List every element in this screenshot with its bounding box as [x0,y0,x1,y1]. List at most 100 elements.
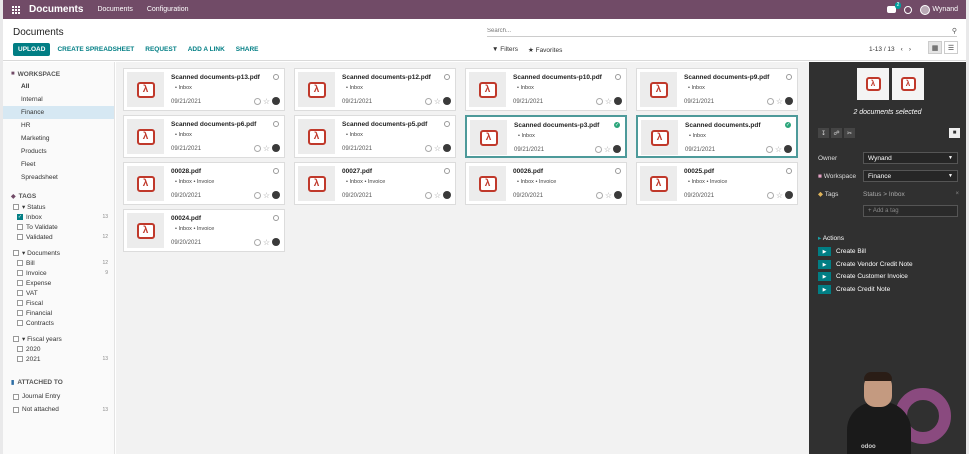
select-radio[interactable] [444,168,450,174]
checkbox[interactable] [13,336,19,342]
star-icon[interactable]: ☆ [605,97,612,105]
checkbox[interactable] [17,346,23,352]
document-card[interactable]: λ Scanned documents-p5.pdf • Inbox 09/21… [294,115,456,158]
document-card[interactable]: λ Scanned documents-p12.pdf • Inbox 09/2… [294,68,456,111]
star-icon[interactable]: ☆ [776,97,783,105]
select-radio[interactable] [273,168,279,174]
archive-icon[interactable]: ■ [949,128,960,138]
checkbox[interactable] [17,310,23,316]
document-thumbnail[interactable]: λ [298,119,335,154]
activity-clock-icon[interactable] [904,5,913,14]
activity-clock-icon[interactable] [253,191,261,199]
status-to-validate[interactable]: To Validate [3,222,114,232]
activity-clock-icon[interactable] [424,97,432,105]
documents-group[interactable]: ▾ Documents [3,248,114,258]
document-thumbnail[interactable]: λ [470,120,507,155]
share-button[interactable]: SHARE [232,43,263,56]
document-card[interactable]: λ 00024.pdf • Inbox • Invoice 09/20/2021… [123,209,285,252]
fiscal-years-group[interactable]: ▾ Fiscal years [3,334,114,344]
favorites-dropdown[interactable]: ★ Favorites [528,46,562,54]
document-thumbnail[interactable]: λ [298,166,335,201]
workspace-spreadsheet[interactable]: Spreadsheet [3,171,114,184]
select-radio[interactable] [615,168,621,174]
user-menu[interactable]: Wynand [920,4,958,15]
select-radio[interactable] [273,215,279,221]
star-icon[interactable]: ☆ [263,97,270,105]
search-input[interactable] [487,27,927,34]
workspace-fleet[interactable]: Fleet [3,158,114,171]
play-icon[interactable]: ▶ [818,285,831,294]
add-tag-input[interactable]: + Add a tag [863,205,958,217]
select-radio[interactable] [273,121,279,127]
checkbox[interactable] [17,300,23,306]
menu-documents[interactable]: Documents [97,6,132,13]
checkbox[interactable] [17,234,23,240]
checkbox[interactable] [13,204,19,210]
request-button[interactable]: REQUEST [141,43,180,56]
document-card[interactable]: λ Scanned documents-p13.pdf • Inbox 09/2… [123,68,285,111]
action-create-credit-note[interactable]: ▶ Create Credit Note [818,285,890,294]
doc-tag-contracts[interactable]: Contracts [3,318,114,328]
download-icon[interactable]: ↧ [818,128,829,138]
activity-clock-icon[interactable] [595,97,603,105]
select-radio[interactable] [786,74,792,80]
checkbox[interactable] [13,393,19,400]
selected-check-icon[interactable]: ✓ [785,122,791,128]
document-thumbnail[interactable]: λ [127,119,164,154]
checkbox[interactable] [17,270,23,276]
select-radio[interactable] [786,168,792,174]
star-icon[interactable]: ☆ [434,144,441,152]
activity-clock-icon[interactable] [253,97,261,105]
workspace-all[interactable]: All [3,80,114,93]
filters-dropdown[interactable]: ▼ Filters [492,46,518,54]
activity-clock-icon[interactable] [765,145,773,153]
preview-thumbnail[interactable]: λ [892,68,924,100]
status-validated[interactable]: Validated 12 [3,232,114,242]
selected-check-icon[interactable]: ✓ [614,122,620,128]
preview-thumbnail[interactable]: λ [857,68,889,100]
play-icon[interactable]: ▶ [818,272,831,281]
star-icon[interactable]: ☆ [263,238,270,246]
workspace-products[interactable]: Products [3,145,114,158]
checkbox[interactable] [13,406,19,413]
checkbox[interactable] [17,260,23,266]
doc-tag-fiscal[interactable]: Fiscal [3,298,114,308]
owner-select[interactable]: Wynand ▼ [863,152,958,164]
activity-clock-icon[interactable] [424,191,432,199]
remove-tag-icon[interactable]: × [955,191,959,197]
document-card[interactable]: λ Scanned documents-p10.pdf • Inbox 09/2… [465,68,627,111]
document-card[interactable]: λ Scanned documents-p6.pdf • Inbox 09/21… [123,115,285,158]
checkbox[interactable] [17,356,23,362]
search-icon[interactable]: ⚲ [952,27,957,35]
activity-clock-icon[interactable] [594,145,602,153]
kanban-view-icon[interactable]: ▦ [928,41,942,54]
checkbox[interactable] [17,290,23,296]
split-icon[interactable]: ✂ [844,128,855,138]
workspace-hr[interactable]: HR [3,119,114,132]
chat-icon[interactable]: 2 [887,2,902,13]
star-icon[interactable]: ☆ [434,191,441,199]
star-icon[interactable]: ☆ [263,144,270,152]
star-icon[interactable]: ☆ [605,191,612,199]
document-card[interactable]: λ 00026.pdf • Inbox • Invoice 09/20/2021… [465,162,627,205]
fiscal-2020[interactable]: 2020 [3,344,114,354]
select-radio[interactable] [444,121,450,127]
add-link-button[interactable]: ADD A LINK [184,43,229,56]
star-icon[interactable]: ☆ [434,97,441,105]
action-create-customer-invoice[interactable]: ▶ Create Customer Invoice [818,272,908,281]
activity-clock-icon[interactable] [766,97,774,105]
upload-button[interactable]: UPLOAD [13,43,51,56]
document-thumbnail[interactable]: λ [469,166,506,201]
select-radio[interactable] [273,74,279,80]
attached-journal-entry[interactable]: Journal Entry [3,390,114,403]
document-thumbnail[interactable]: λ [127,166,164,201]
checkbox[interactable] [17,280,23,286]
checkbox[interactable] [17,224,23,230]
pager-value[interactable]: 1-13 / 13 [869,46,895,53]
create-spreadsheet-button[interactable]: CREATE SPREADSHEET [53,43,138,56]
fiscal-2021[interactable]: 2021 13 [3,354,114,364]
menu-configuration[interactable]: Configuration [147,6,189,13]
doc-tag-vat[interactable]: VAT [3,288,114,298]
workspace-internal[interactable]: Internal [3,93,114,106]
activity-clock-icon[interactable] [253,238,261,246]
